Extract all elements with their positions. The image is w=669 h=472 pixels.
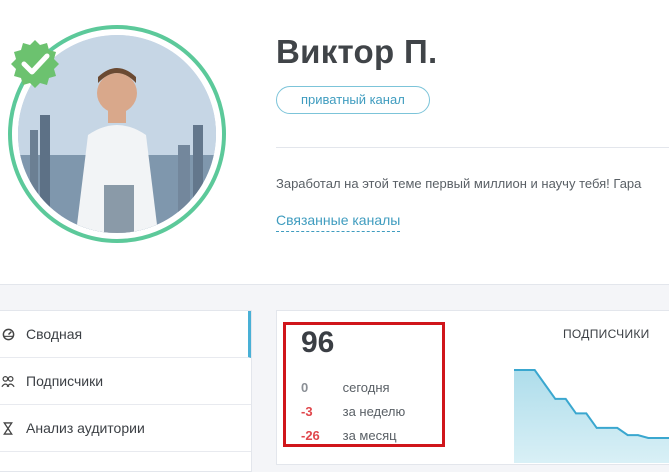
chart-point <box>533 369 536 371</box>
chart-point <box>626 434 629 436</box>
chart-point <box>595 427 598 429</box>
chart-area <box>514 370 669 463</box>
divider <box>276 147 669 148</box>
users-icon <box>0 373 16 389</box>
chart-point <box>585 412 588 415</box>
stat-value: -26 <box>301 428 320 443</box>
sidebar-item-audience-analysis[interactable]: Анализ аудитории <box>0 405 251 452</box>
verified-badge-icon <box>11 40 59 88</box>
chart-point <box>657 437 660 439</box>
chart-point <box>564 398 567 400</box>
sidebar: Сводная Подписчики Анализ аудитории <box>0 310 252 472</box>
sidebar-item-label: Сводная <box>26 326 83 342</box>
stat-label: сегодня <box>342 380 390 395</box>
subscribers-chart <box>514 369 669 463</box>
stat-label: за месяц <box>342 428 397 443</box>
sidebar-item-label: Подписчики <box>26 373 104 389</box>
chart-point <box>647 437 650 439</box>
chart-point <box>554 398 557 400</box>
stat-row-month: -26 за месяц <box>301 428 397 443</box>
chart-point <box>544 383 546 386</box>
profile-bio: Заработал на этой теме первый миллион и … <box>276 176 642 191</box>
chart-point <box>637 434 639 436</box>
dashboard-icon <box>0 326 16 342</box>
stat-label: за неделю <box>342 404 406 419</box>
sidebar-item-summary[interactable]: Сводная <box>0 311 251 358</box>
profile-header: Виктор П. приватный канал Заработал на э… <box>0 0 669 285</box>
chart-point <box>575 412 577 415</box>
hourglass-icon <box>0 420 16 436</box>
channel-type-badge[interactable]: приватный канал <box>276 86 430 114</box>
subscriber-count: 96 <box>301 326 335 359</box>
stat-value: -3 <box>301 404 313 419</box>
stat-row-week: -3 за неделю <box>301 404 405 419</box>
sidebar-item-label: Анализ аудитории <box>26 420 145 436</box>
profile-name: Виктор П. <box>276 33 438 70</box>
chart-title: ПОДПИСЧИКИ <box>563 327 650 341</box>
stat-row-today: 0 сегодня <box>301 380 390 395</box>
stat-value: 0 <box>301 380 309 395</box>
sidebar-item-subscribers[interactable]: Подписчики <box>0 358 251 405</box>
chart-point <box>616 427 619 429</box>
chart-point <box>523 369 526 371</box>
chart-point <box>606 427 608 429</box>
related-channels-link[interactable]: Связанные каналы <box>276 212 401 232</box>
